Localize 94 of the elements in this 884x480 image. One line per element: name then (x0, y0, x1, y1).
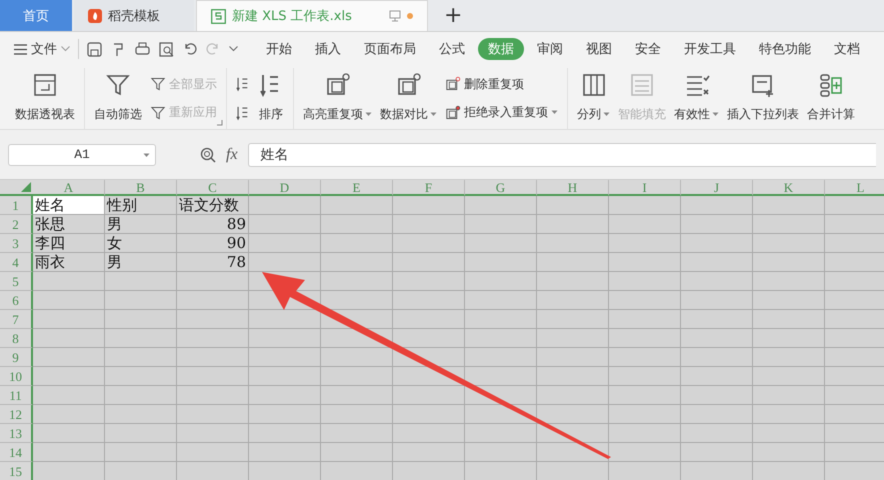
print-preview-icon[interactable] (159, 42, 174, 56)
row-header[interactable]: 4 (0, 253, 33, 272)
column-header[interactable]: C (177, 180, 249, 196)
table-cell: 张思 (33, 215, 105, 234)
ribbon-tab[interactable]: 插入 (305, 38, 351, 60)
document-tab[interactable]: 首页 (0, 0, 72, 31)
column-header[interactable]: E (321, 180, 393, 196)
row-header[interactable]: 8 (0, 329, 33, 348)
ribbon-button[interactable]: 插入下拉列表 (724, 68, 802, 129)
ribbon-button[interactable]: 排序 (255, 68, 287, 129)
compare-icon (396, 72, 422, 98)
table-cell: 89 (177, 215, 249, 234)
ribbon-button[interactable]: 数据透视表 (12, 68, 78, 129)
print-icon[interactable] (135, 42, 150, 56)
column-header[interactable]: K (753, 180, 825, 196)
chevron-down-icon (61, 46, 70, 52)
column-header[interactable]: G (465, 180, 537, 196)
ribbon-tab[interactable]: 视图 (576, 38, 622, 60)
row-header[interactable]: 7 (0, 310, 33, 329)
dialog-launcher-icon[interactable] (217, 120, 223, 126)
column-header[interactable]: B (105, 180, 177, 196)
table-cell: 雨衣 (33, 253, 105, 272)
function-label[interactable]: fx (226, 146, 238, 164)
funnel-icon (150, 76, 166, 92)
column-header[interactable]: A (33, 180, 105, 196)
ribbon-tab[interactable]: 文档 (824, 38, 870, 60)
new-tab-button[interactable]: + (430, 0, 476, 31)
ribbon-button[interactable]: 合并计算 (804, 68, 858, 129)
ribbon-tab[interactable]: 开发工具 (674, 38, 746, 60)
table-cell: 性别 (105, 196, 177, 215)
ribbon-tab[interactable]: 安全 (625, 38, 671, 60)
table-cell: 语文分数 (177, 196, 249, 215)
row-header[interactable]: 12 (0, 405, 33, 424)
ribbon-tab[interactable]: 页面布局 (354, 38, 426, 60)
row-header[interactable]: 11 (0, 386, 33, 405)
column-header[interactable]: F (393, 180, 465, 196)
table-cell: 78 (177, 253, 249, 272)
fill-icon (629, 72, 655, 98)
spreadsheet-file-icon (211, 8, 226, 24)
row-header[interactable]: 13 (0, 424, 33, 443)
merge-icon (818, 72, 844, 98)
ribbon-button[interactable]: 数据对比 (377, 68, 440, 129)
formula-field[interactable]: 姓名 (248, 142, 876, 166)
table-cell: 李四 (33, 234, 105, 253)
dropdown-caret-icon (143, 152, 150, 158)
ribbon-tab[interactable]: 公式 (429, 38, 475, 60)
name-box[interactable]: A1 (8, 144, 156, 166)
table-cell: 姓名 (33, 196, 105, 215)
chevron-down-icon[interactable] (229, 46, 238, 52)
ribbon-button[interactable]: 分列 (574, 68, 613, 129)
pivot-table-icon (32, 72, 58, 98)
flame-logo-icon (88, 8, 102, 22)
zoom-icon[interactable] (200, 146, 216, 162)
row-header[interactable]: 10 (0, 367, 33, 386)
ribbon-button[interactable]: 自动筛选 (91, 68, 145, 129)
document-tab[interactable]: 新建 XLS 工作表.xls (196, 0, 428, 31)
ribbon-button[interactable]: 拒绝录入重复项 (442, 102, 561, 124)
table-cell: 男 (105, 215, 177, 234)
dropdown-list-icon (750, 72, 776, 98)
funnel-icon (105, 72, 131, 98)
row-header[interactable]: 1 (0, 196, 33, 215)
row-header[interactable]: 5 (0, 272, 33, 291)
ribbon-tab[interactable]: 开始 (256, 38, 302, 60)
delete-duplicates-icon (445, 76, 461, 92)
ribbon-tab[interactable]: 特色功能 (749, 38, 821, 60)
ribbon-button[interactable]: 有效性 (671, 68, 722, 129)
split-columns-icon (580, 72, 606, 98)
column-header[interactable]: I (609, 180, 681, 196)
table-cell: 90 (177, 234, 249, 253)
table-cell: 女 (105, 234, 177, 253)
column-header[interactable]: J (681, 180, 753, 196)
undo-icon[interactable] (183, 42, 197, 56)
highlight-duplicates-icon (324, 72, 350, 98)
row-header[interactable]: 14 (0, 443, 33, 462)
row-header[interactable]: 6 (0, 291, 33, 310)
ribbon-button[interactable]: 删除重复项 (442, 74, 561, 95)
column-header[interactable]: L (825, 180, 884, 196)
save-icon[interactable] (87, 42, 102, 56)
menu-icon (14, 44, 27, 54)
row-header[interactable]: 3 (0, 234, 33, 253)
file-menu[interactable]: 文件 (14, 40, 70, 58)
column-header[interactable]: D (249, 180, 321, 196)
funnel-icon (150, 104, 166, 121)
column-header[interactable]: H (537, 180, 609, 196)
reject-duplicates-icon (445, 104, 461, 121)
ribbon-button[interactable]: 高亮重复项 (300, 68, 375, 129)
row-header[interactable]: 2 (0, 215, 33, 234)
ribbon-tab[interactable]: 审阅 (527, 38, 573, 60)
ribbon-tab[interactable]: 数据 (478, 38, 524, 60)
table-cell: 男 (105, 253, 177, 272)
document-tab[interactable]: 稻壳模板 (74, 0, 194, 31)
row-header[interactable]: 15 (0, 462, 33, 480)
row-header[interactable]: 9 (0, 348, 33, 367)
monitor-icon[interactable] (389, 10, 401, 22)
